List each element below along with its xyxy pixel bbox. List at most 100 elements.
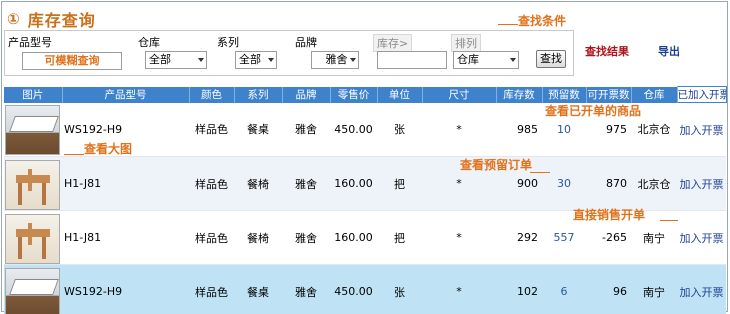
series-cell: 餐桌: [234, 264, 282, 314]
col-header-unit: 单位: [377, 86, 423, 103]
note-arrow: [64, 154, 84, 155]
search-button[interactable]: 查找: [536, 50, 566, 68]
unit-cell: 张: [377, 264, 422, 314]
note-direct-sales: 直接销售开单: [573, 208, 646, 222]
size-cell: *: [422, 210, 496, 265]
note-filter-conditions: 查找条件: [518, 14, 567, 28]
series-select-value: 全部: [239, 53, 261, 66]
sort-label: 排列: [451, 34, 481, 52]
price-cell: 450.00: [330, 102, 377, 157]
warehouse-select-value: 全部: [149, 53, 171, 66]
note-arrow: [530, 172, 550, 173]
product-image-cell[interactable]: [4, 264, 62, 314]
inventory-table: 图片 产品型号 颜色 系列 品牌 零售价 单位 尺寸 库存数 预留数 可开票数 …: [4, 86, 727, 314]
add-to-invoice-link[interactable]: 加入开票: [677, 210, 726, 265]
title-text: 库存查询: [27, 11, 96, 30]
col-header-color: 颜色: [189, 86, 235, 103]
dining-chair-image[interactable]: [5, 213, 60, 264]
brand-select-value: 雅舍: [325, 53, 348, 66]
chevron-down-icon: [350, 58, 356, 62]
series-cell: 餐椅: [234, 210, 282, 265]
dining-table-image[interactable]: [5, 267, 60, 314]
search-results-link[interactable]: 查找结果: [585, 43, 629, 59]
color-cell: 样品色: [189, 156, 234, 211]
warehouse-cell: 南宁: [631, 264, 677, 314]
brand-cell: 雅舍: [282, 156, 330, 211]
size-cell: *: [422, 264, 496, 314]
brand-cell: 雅舍: [282, 264, 330, 314]
product-image-cell[interactable]: [4, 102, 62, 157]
model-search-input[interactable]: 可模糊查询: [22, 52, 122, 70]
size-cell: *: [422, 102, 496, 157]
chevron-down-icon: [510, 58, 516, 62]
model-cell: H1-J81: [62, 156, 189, 211]
model-cell: WS192-H9: [62, 264, 189, 314]
table-row: H1-J81 样品色 餐椅 雅舍 160.00 把 * 900 30 870 北…: [4, 156, 726, 211]
reserved-link[interactable]: 6: [542, 264, 586, 314]
unit-cell: 把: [377, 156, 422, 211]
page-title: ① 库存查询: [7, 8, 96, 30]
add-to-invoice-link[interactable]: 加入开票: [677, 102, 726, 157]
brand-select[interactable]: 雅舍: [311, 51, 359, 69]
col-header-warehouse: 仓库: [631, 86, 678, 103]
table-row: WS192-H9 样品色 餐桌 雅舍 450.00 张 * 102 6 96 南…: [4, 264, 726, 314]
col-header-price: 零售价: [330, 86, 378, 103]
available-cell: 870: [586, 156, 631, 211]
note-view-invoiced: 查看已开单的商品: [545, 104, 642, 118]
note-view-reserved-orders: 查看预留订单: [460, 158, 533, 172]
col-header-available: 可开票数: [586, 86, 632, 103]
unit-cell: 把: [377, 210, 422, 265]
chevron-down-icon: [198, 58, 204, 62]
product-image-cell[interactable]: [4, 210, 62, 265]
series-label: 系列: [217, 36, 239, 49]
model-cell: H1-J81: [62, 210, 189, 265]
filter-panel: 产品型号 可模糊查询 仓库 全部 系列 全部 品牌 雅舍 库存> 排列 仓库 查…: [4, 30, 574, 76]
color-cell: 样品色: [189, 264, 234, 314]
series-cell: 餐椅: [234, 156, 282, 211]
note-arrow: [660, 220, 678, 221]
chevron-down-icon: [268, 58, 274, 62]
dining-table-image[interactable]: [5, 105, 60, 156]
stock-cell: 102: [496, 264, 542, 314]
col-header-series: 系列: [234, 86, 283, 103]
page-frame: ① 库存查询 查找条件 产品型号 可模糊查询 仓库 全部 系列 全部 品牌 雅舍…: [1, 1, 728, 314]
product-image-cell[interactable]: [4, 156, 62, 211]
dining-chair-image[interactable]: [5, 159, 60, 210]
col-header-model: 产品型号: [62, 86, 190, 103]
brand-cell: 雅舍: [282, 102, 330, 157]
add-to-invoice-link[interactable]: 加入开票: [677, 156, 726, 211]
export-link[interactable]: 导出: [658, 43, 680, 59]
reserved-link[interactable]: 30: [542, 156, 586, 211]
sort-select[interactable]: 仓库: [453, 51, 519, 69]
price-cell: 160.00: [330, 156, 377, 211]
warehouse-select[interactable]: 全部: [145, 51, 207, 69]
stock-label: 库存>: [373, 34, 413, 52]
note-arrow: [498, 24, 518, 25]
col-header-image: 图片: [4, 86, 63, 103]
add-to-invoice-link[interactable]: 加入开票: [677, 264, 726, 314]
brand-cell: 雅舍: [282, 210, 330, 265]
warehouse-cell: 北京仓: [631, 156, 677, 211]
warehouse-label: 仓库: [138, 36, 160, 49]
brand-label: 品牌: [295, 36, 317, 49]
model-label: 产品型号: [8, 36, 52, 49]
price-cell: 450.00: [330, 264, 377, 314]
price-cell: 160.00: [330, 210, 377, 265]
col-header-stock: 库存数: [496, 86, 543, 103]
note-view-large-image: 查看大图: [84, 142, 133, 156]
table-header-row: 图片 产品型号 颜色 系列 品牌 零售价 单位 尺寸 库存数 预留数 可开票数 …: [4, 86, 727, 103]
series-select[interactable]: 全部: [235, 51, 277, 69]
series-cell: 餐桌: [234, 102, 282, 157]
col-header-brand: 品牌: [282, 86, 331, 103]
available-cell: 96: [586, 264, 631, 314]
title-number: ①: [7, 10, 20, 28]
col-header-size: 尺寸: [422, 86, 497, 103]
stock-threshold-input[interactable]: [377, 51, 447, 69]
color-cell: 样品色: [189, 102, 234, 157]
stock-cell: 985: [496, 102, 542, 157]
unit-cell: 张: [377, 102, 422, 157]
stock-cell: 292: [496, 210, 542, 265]
color-cell: 样品色: [189, 210, 234, 265]
invoiced-items-header-button[interactable]: 已加入开票: [676, 86, 727, 103]
sort-select-value: 仓库: [457, 53, 479, 66]
